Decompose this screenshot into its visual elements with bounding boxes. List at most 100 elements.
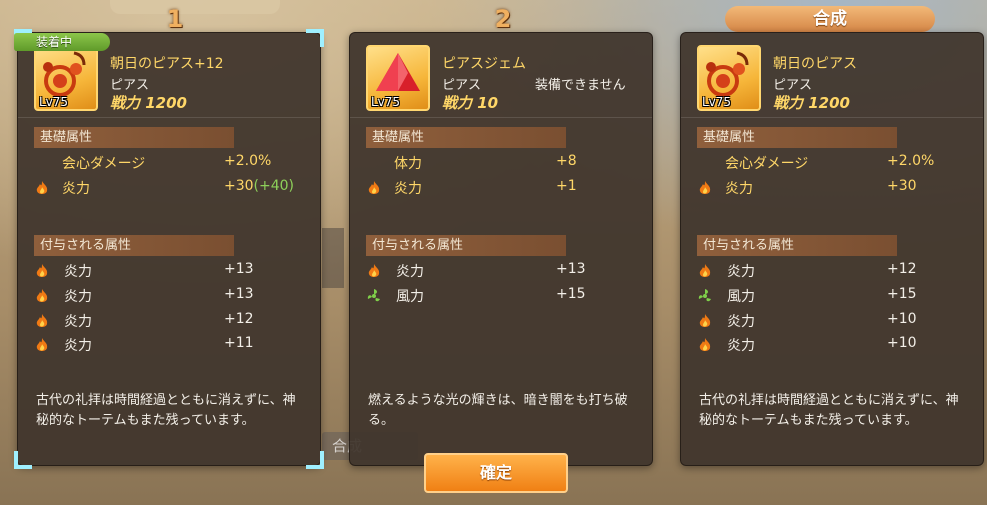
stat-value: +8 [556, 153, 577, 169]
fire-icon [36, 181, 48, 194]
base-attributes-title: 基礎属性 [697, 127, 897, 148]
fire-icon [699, 264, 711, 277]
wind-icon [367, 289, 380, 302]
item-power: 戦力 10 [442, 94, 499, 112]
extra-stat-row: 炎力 +10 [697, 335, 967, 355]
slot-1-number: 1 [166, 5, 184, 33]
extra-stat-row: 炎力 +12 [34, 311, 304, 331]
extra-stat-row: 炎力 +13 [34, 261, 304, 281]
item-description: 古代の礼拝は時間経過とともに消えずに、神秘的なトーテムもまた残っています。 [36, 393, 296, 428]
equipped-item-card[interactable]: 装着中 Lv75 朝日のピアス+12 ピアス 戦力 1200 基礎属性 会心ダメ… [14, 29, 324, 469]
extra-stat-row: 炎力 +13 [34, 286, 304, 306]
extra-attributes-title: 付与される属性 [34, 235, 234, 256]
stat-value: +2.0% [887, 153, 935, 169]
fire-icon [699, 338, 711, 351]
item-description: 燃えるような光の輝きは、暗き闇をも打ち破る。 [368, 393, 628, 428]
result-header: 合成 [725, 6, 935, 32]
base-stat-row: 炎力 +1 [366, 178, 636, 198]
fire-icon [699, 181, 711, 194]
confirm-button[interactable]: 確定 [424, 453, 568, 493]
fire-icon [36, 314, 48, 327]
extra-attributes-title: 付与される属性 [366, 235, 566, 256]
stat-bonus: (+40) [253, 178, 295, 194]
fire-icon [368, 181, 380, 194]
stat-label: 炎力 [727, 314, 755, 330]
stat-label: 炎力 [394, 181, 422, 197]
base-stat-row: 炎力 +30(+40) [34, 178, 304, 198]
wind-icon [698, 289, 711, 302]
stat-value: +30 [887, 178, 917, 194]
item-level: Lv75 [371, 95, 401, 109]
item-type: ピアス [773, 78, 813, 93]
stat-value: +15 [887, 286, 917, 302]
stat-label: 会心ダメージ [725, 156, 809, 172]
material-item-card[interactable]: Lv75 ピアスジェム ピアス 装備できません 戦力 10 基礎属性 体力 +8… [349, 32, 653, 466]
base-stat-row: 体力 +8 [366, 153, 636, 173]
divider [681, 117, 983, 118]
item-level: Lv75 [702, 95, 732, 109]
fire-icon [36, 289, 48, 302]
base-stat-row: 炎力 +30 [697, 178, 967, 198]
extra-stat-row: 風力 +15 [697, 286, 967, 306]
stat-value: +2.0% [224, 153, 272, 169]
stat-value: +10 [887, 335, 917, 351]
extra-stat-row: 風力 +15 [366, 286, 636, 306]
fire-icon [36, 338, 48, 351]
item-icon: Lv75 [34, 45, 98, 111]
item-icon: Lv75 [697, 45, 761, 111]
base-stat-row: 会心ダメージ +2.0% [34, 153, 304, 173]
item-name: ピアスジェム [442, 56, 526, 72]
slot-2-number: 2 [494, 5, 512, 33]
background-header-bar [110, 0, 280, 14]
selection-corner [306, 29, 324, 47]
fire-icon [699, 314, 711, 327]
item-power: 戦力 1200 [110, 94, 187, 112]
item-level: Lv75 [39, 95, 69, 109]
item-icon: Lv75 [366, 45, 430, 111]
stat-value: +15 [556, 286, 586, 302]
extra-stat-row: 炎力 +12 [697, 261, 967, 281]
stat-label: 会心ダメージ [62, 156, 146, 172]
stat-value: +13 [224, 261, 254, 277]
stat-value: +12 [224, 311, 254, 327]
divider [18, 117, 320, 118]
stat-label: 風力 [396, 289, 424, 305]
stat-label: 炎力 [727, 338, 755, 354]
stat-label: 炎力 [64, 314, 92, 330]
stat-label: 体力 [394, 156, 422, 172]
item-power: 戦力 1200 [773, 94, 850, 112]
stat-label: 炎力 [727, 264, 755, 280]
stat-value: +10 [887, 311, 917, 327]
stat-value: +1 [556, 178, 577, 194]
selection-corner [14, 451, 32, 469]
extra-stat-row: 炎力 +11 [34, 335, 304, 355]
fire-icon [36, 264, 48, 277]
stat-value: +30(+40) [224, 178, 295, 194]
cannot-equip-text: 装備できません [535, 78, 626, 93]
item-name: 朝日のピアス [773, 56, 857, 72]
fire-icon [368, 264, 380, 277]
background-arrow [322, 228, 344, 288]
stat-label: 炎力 [62, 181, 90, 197]
equipped-tag: 装着中 [14, 33, 110, 51]
stat-label: 炎力 [64, 289, 92, 305]
extra-stat-row: 炎力 +10 [697, 311, 967, 331]
extra-attributes-title: 付与される属性 [697, 235, 897, 256]
stat-value: +13 [556, 261, 586, 277]
stat-label: 炎力 [725, 181, 753, 197]
selection-corner [306, 451, 324, 469]
base-stat-row: 会心ダメージ +2.0% [697, 153, 967, 173]
stat-value: +13 [224, 286, 254, 302]
item-name: 朝日のピアス+12 [110, 56, 224, 72]
item-type: ピアス [110, 78, 150, 93]
result-item-card[interactable]: Lv75 朝日のピアス ピアス 戦力 1200 基礎属性 会心ダメージ +2.0… [680, 32, 984, 466]
divider [350, 117, 652, 118]
base-attributes-title: 基礎属性 [366, 127, 566, 148]
item-description: 古代の礼拝は時間経過とともに消えずに、神秘的なトーテムもまた残っています。 [699, 393, 959, 428]
stat-value: +12 [887, 261, 917, 277]
stat-label: 炎力 [396, 264, 424, 280]
extra-stat-row: 炎力 +13 [366, 261, 636, 281]
stat-label: 風力 [727, 289, 755, 305]
stat-label: 炎力 [64, 338, 92, 354]
base-attributes-title: 基礎属性 [34, 127, 234, 148]
